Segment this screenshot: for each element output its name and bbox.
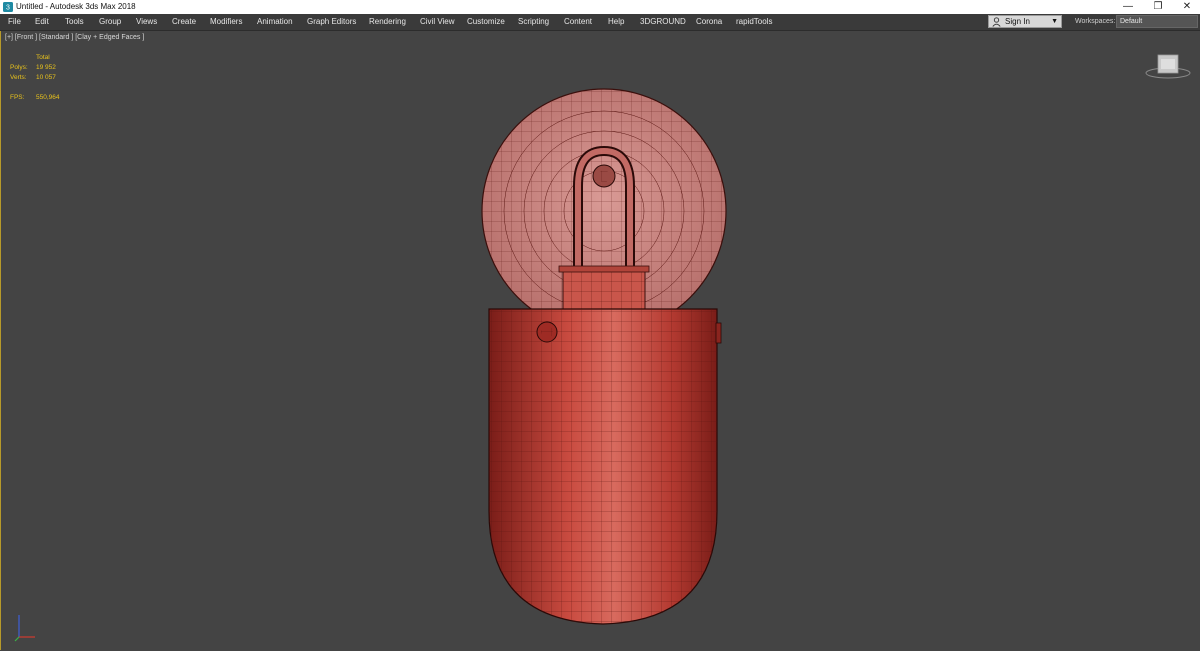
menu-bar: File Edit Tools Group Views Create Modif… xyxy=(0,14,1200,31)
minimize-button[interactable]: — xyxy=(1113,0,1143,14)
viewcube-icon[interactable] xyxy=(1144,51,1192,81)
3d-model-mesh[interactable] xyxy=(461,81,751,651)
menu-rendering[interactable]: Rendering xyxy=(369,14,406,30)
menu-modifiers[interactable]: Modifiers xyxy=(210,14,242,30)
menu-graph-editors[interactable]: Graph Editors xyxy=(307,14,356,30)
fps-value: 550,964 xyxy=(36,94,60,101)
menu-views[interactable]: Views xyxy=(136,14,157,30)
axis-tripod-icon xyxy=(14,615,35,642)
menu-tools[interactable]: Tools xyxy=(65,14,84,30)
menu-edit[interactable]: Edit xyxy=(35,14,49,30)
menu-help[interactable]: Help xyxy=(608,14,624,30)
menu-3dground[interactable]: 3DGROUND xyxy=(640,14,686,30)
workspaces-label: Workspaces: xyxy=(1075,18,1116,25)
svg-text:3: 3 xyxy=(6,5,10,12)
app-window: 3 Untitled - Autodesk 3ds Max 2018 — ❐ ✕… xyxy=(0,0,1200,650)
window-title: Untitled - Autodesk 3ds Max 2018 xyxy=(16,2,136,11)
maximize-button[interactable]: ❐ xyxy=(1143,0,1173,14)
verts-value: 10 057 xyxy=(36,74,56,81)
menu-group[interactable]: Group xyxy=(99,14,121,30)
sign-in-label: Sign In xyxy=(1005,17,1030,26)
menu-animation[interactable]: Animation xyxy=(257,14,293,30)
menu-file[interactable]: File xyxy=(8,14,21,30)
menu-corona[interactable]: Corona xyxy=(696,14,722,30)
title-bar: 3 Untitled - Autodesk 3ds Max 2018 — ❐ ✕ xyxy=(0,0,1200,14)
viewport-label[interactable]: [+] [Front ] [Standard ] [Clay + Edged F… xyxy=(5,34,144,41)
polys-label: Polys: xyxy=(10,64,28,71)
workspace-select[interactable]: Default xyxy=(1116,15,1198,28)
menu-customize[interactable]: Customize xyxy=(467,14,505,30)
menu-content[interactable]: Content xyxy=(564,14,592,30)
fps-label: FPS: xyxy=(10,94,25,101)
sign-in-dropdown[interactable]: Sign In ▼ xyxy=(988,15,1062,28)
stats-header: Total xyxy=(36,54,50,61)
polys-value: 19 952 xyxy=(36,64,56,71)
menu-create[interactable]: Create xyxy=(172,14,196,30)
menu-civil-view[interactable]: Civil View xyxy=(420,14,455,30)
close-button[interactable]: ✕ xyxy=(1172,0,1200,14)
person-icon xyxy=(992,17,1001,27)
verts-label: Verts: xyxy=(10,74,27,81)
chevron-down-icon: ▼ xyxy=(1051,18,1058,25)
viewport-front[interactable]: [+] [Front ] [Standard ] [Clay + Edged F… xyxy=(0,31,1200,650)
menu-scripting[interactable]: Scripting xyxy=(518,14,549,30)
3dsmax-icon: 3 xyxy=(3,2,13,12)
menu-rapidtools[interactable]: rapidTools xyxy=(736,14,772,30)
